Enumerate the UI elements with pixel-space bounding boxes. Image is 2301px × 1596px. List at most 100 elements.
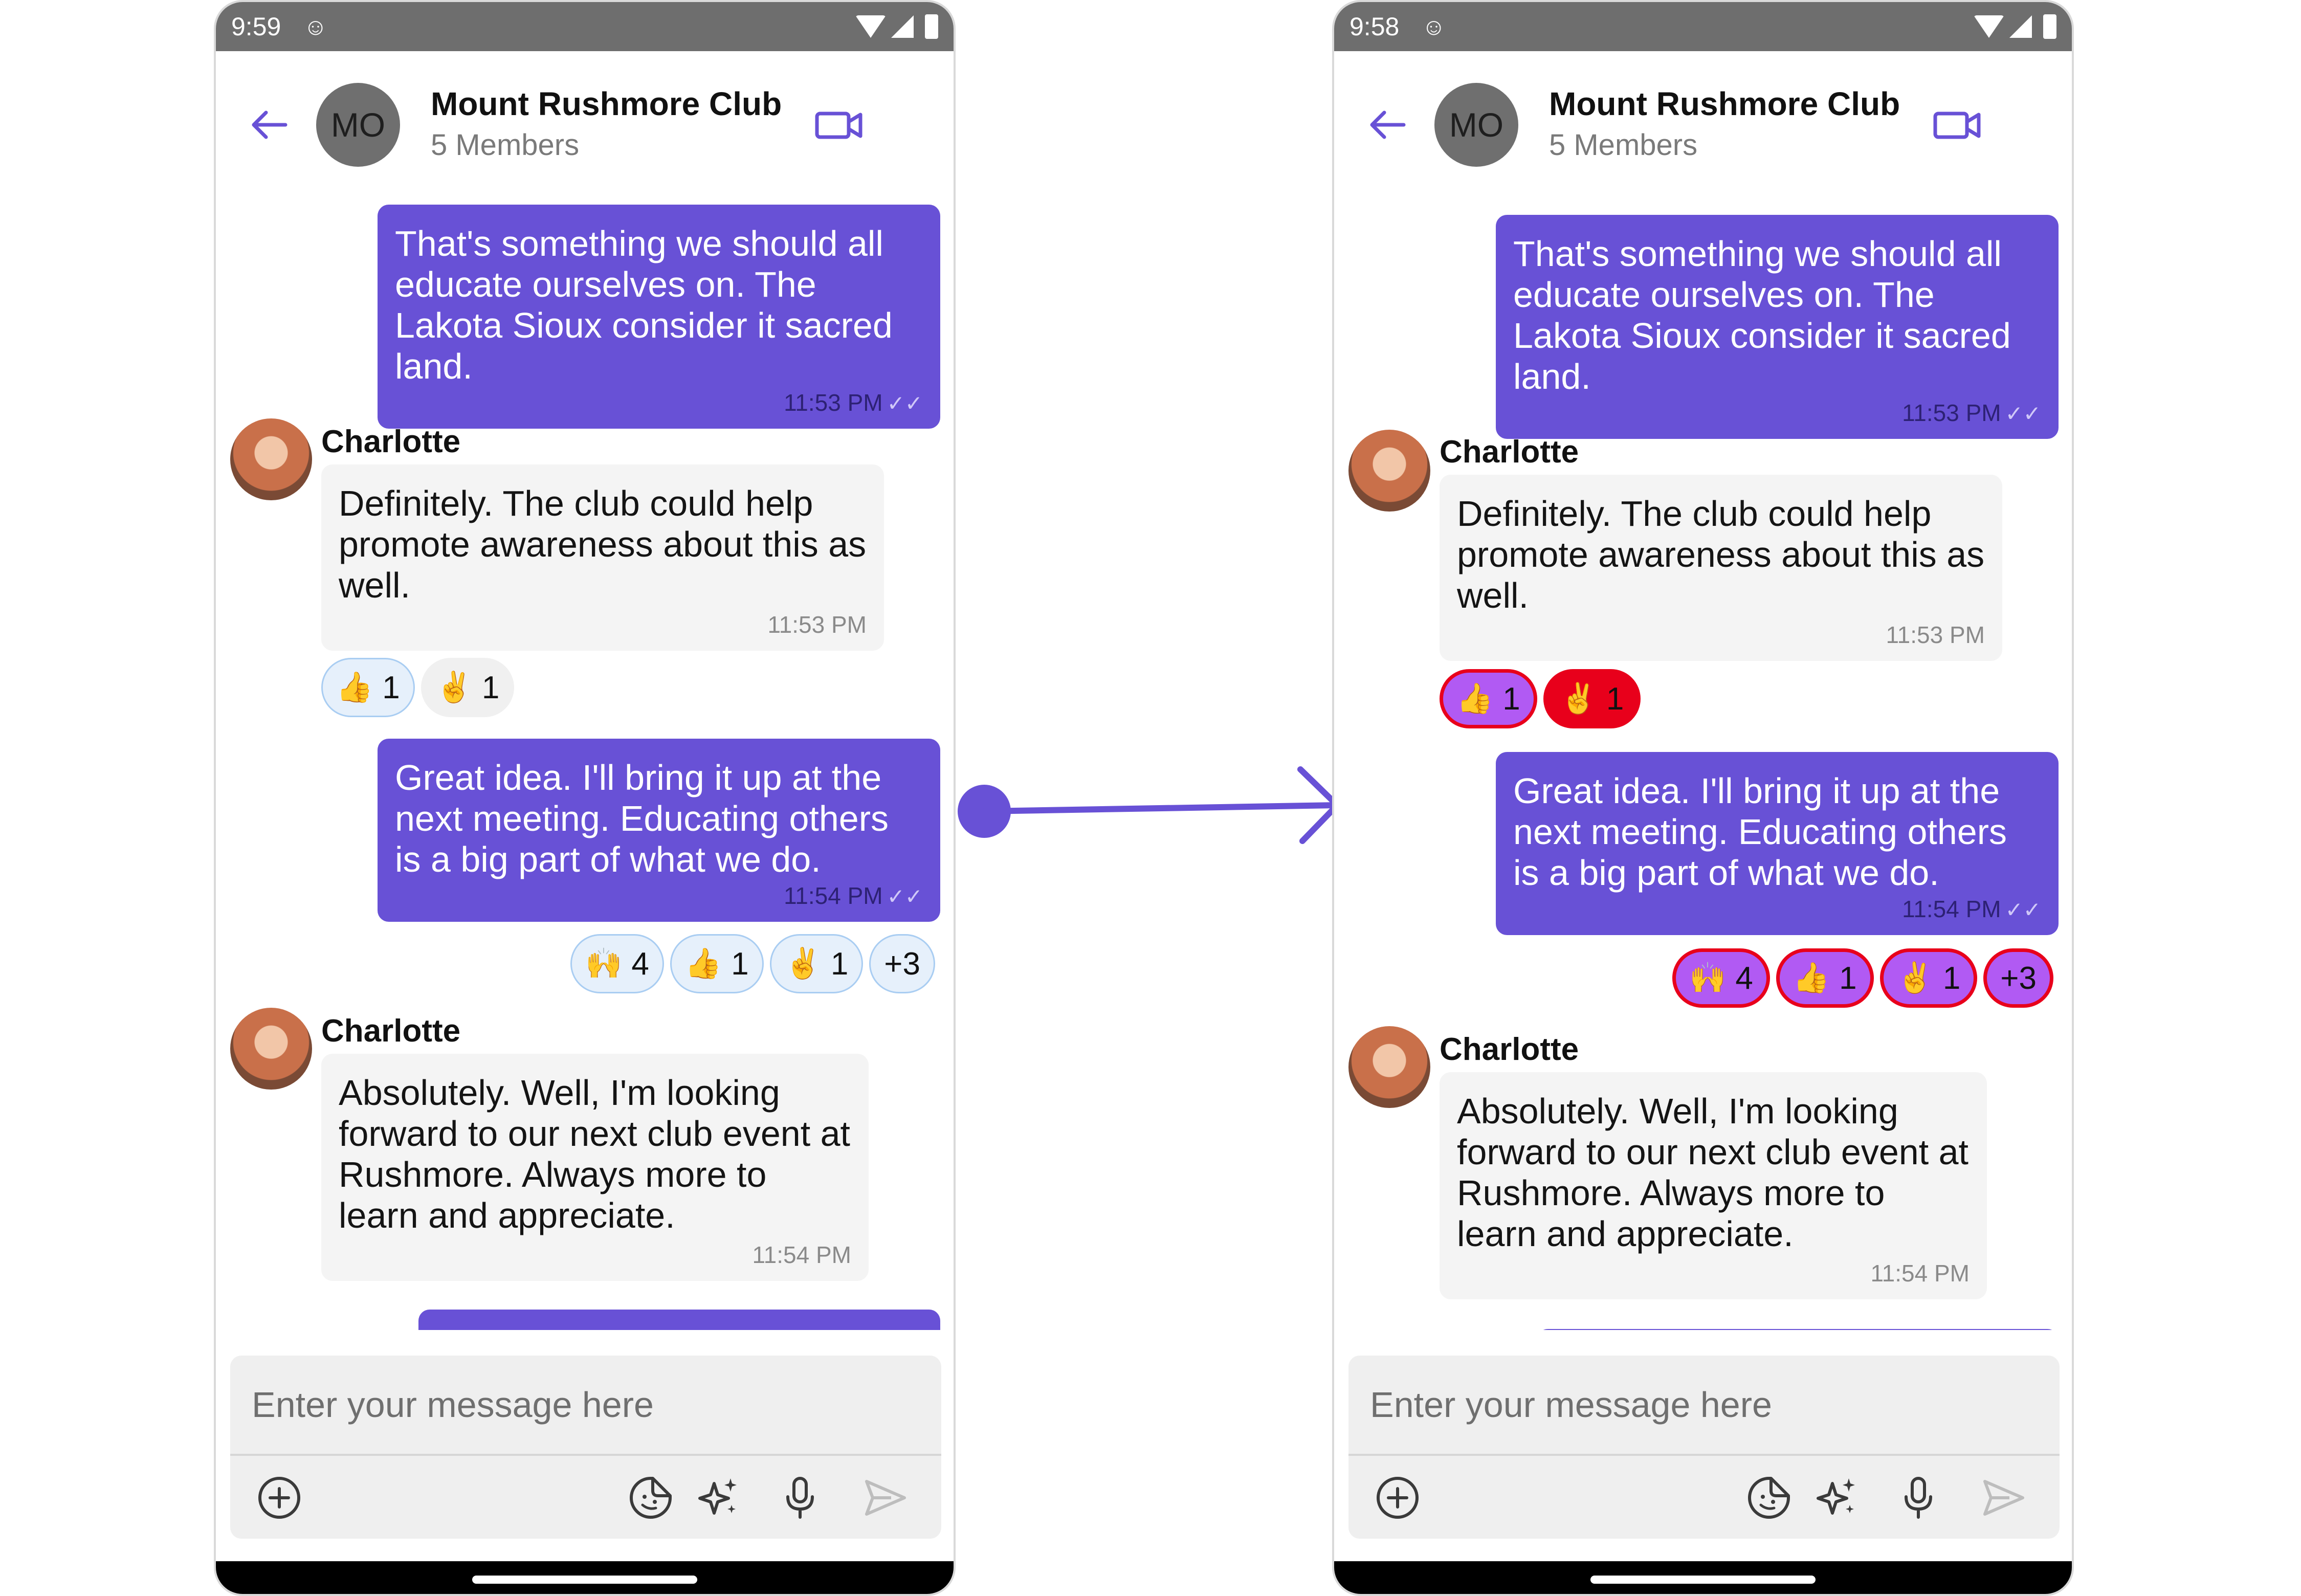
home-indicator[interactable] [472, 1576, 697, 1584]
status-bar: 9:58 ☺ [1334, 2, 2072, 51]
thumbs-up-emoji: 👍 [684, 947, 722, 980]
message-list[interactable]: That's something we should all educate o… [1334, 171, 2072, 1330]
message-list[interactable]: That's something we should all educate o… [216, 171, 954, 1330]
message-timestamp: 11:53 PM [1886, 622, 1985, 648]
status-indicators [855, 14, 938, 39]
double-check-icon: ✓✓ [887, 884, 923, 908]
send-icon[interactable] [1979, 1473, 2028, 1522]
message-input[interactable]: Enter your message here [1348, 1356, 2060, 1456]
avatar[interactable] [1348, 430, 1430, 512]
microphone-icon[interactable] [1894, 1473, 1943, 1522]
group-avatar[interactable]: MO [1434, 83, 1518, 167]
navigation-bar [1334, 1561, 2072, 1594]
reaction-chip[interactable]: ✌️ 1 [1879, 948, 1978, 1008]
chat-header: MO Mount Rushmore Club 5 Members [1334, 79, 2072, 171]
arrow-left-icon[interactable] [249, 109, 290, 140]
victory-hand-emoji: ✌️ [1896, 961, 1934, 994]
transition-arrow-icon [958, 766, 1340, 844]
message-input[interactable]: Enter your message here [230, 1356, 941, 1456]
reaction-count: 1 [382, 670, 400, 705]
phone-screen-custom-reactions: 9:58 ☺ MO Mount Rushmore Club 5 Members … [1332, 0, 2074, 1596]
sender-name: Charlotte [321, 424, 461, 459]
outgoing-message-partial[interactable] [418, 1310, 940, 1330]
sparkles-icon[interactable] [1812, 1473, 1861, 1522]
outgoing-message[interactable]: Great idea. I'll bring it up at the next… [378, 739, 940, 922]
reaction-chip[interactable]: 🙌 4 [570, 934, 664, 993]
message-time: 11:53 PM ✓✓ [1513, 399, 2041, 427]
thumbs-up-emoji: 👍 [1793, 961, 1830, 994]
avatar[interactable] [230, 1008, 312, 1090]
reaction-count: 1 [731, 946, 749, 982]
avatar[interactable] [1348, 1026, 1430, 1108]
double-check-icon: ✓✓ [2005, 898, 2041, 922]
incoming-message[interactable]: Absolutely. Well, I'm looking forward to… [321, 1054, 869, 1281]
reaction-chip[interactable]: 👍 1 [1776, 948, 1874, 1008]
reaction-chip[interactable]: ✌️ 1 [421, 658, 515, 717]
group-members-count: 5 Members [431, 128, 580, 162]
more-reactions-chip[interactable]: +3 [1983, 948, 2053, 1008]
message-reactions: 👍 1 ✌️ 1 [1440, 669, 1641, 728]
message-timestamp: 11:54 PM [784, 882, 883, 909]
reaction-chip[interactable]: 🙌 4 [1672, 948, 1770, 1008]
reaction-chip[interactable]: ✌️ 1 [769, 934, 864, 993]
message-timestamp: 11:53 PM [767, 611, 867, 638]
message-text: That's something we should all educate o… [1513, 234, 2011, 396]
reaction-count: 1 [830, 946, 849, 982]
message-timestamp: 11:54 PM [1870, 1260, 1970, 1287]
more-reactions-chip[interactable]: +3 [869, 934, 935, 993]
sparkles-icon[interactable] [694, 1473, 743, 1522]
more-reactions-count: +3 [2000, 960, 2037, 996]
group-name: Mount Rushmore Club [1549, 85, 1900, 122]
composer-actions [1348, 1456, 2060, 1539]
message-reactions: 🙌 4 👍 1 ✌️ 1 +3 [570, 934, 935, 993]
message-time: 11:53 PM ✓✓ [395, 389, 923, 416]
message-reactions: 👍 1 ✌️ 1 [321, 658, 515, 717]
video-camera-icon[interactable] [814, 108, 864, 142]
send-icon[interactable] [860, 1473, 910, 1522]
chat-header: MO Mount Rushmore Club 5 Members [216, 79, 954, 171]
sticker-icon[interactable] [626, 1473, 675, 1522]
sender-name: Charlotte [321, 1013, 461, 1049]
message-composer: Enter your message here [1348, 1356, 2060, 1539]
reaction-count: 1 [1606, 681, 1624, 717]
outgoing-message-partial[interactable] [1537, 1329, 2059, 1330]
message-text: Definitely. The club could help promote … [1457, 494, 1985, 615]
plus-circle-icon[interactable] [255, 1473, 304, 1522]
reaction-chip[interactable]: ✌️ 1 [1543, 669, 1641, 728]
status-time: 9:59 [231, 12, 281, 41]
arrow-left-icon[interactable] [1367, 109, 1408, 140]
status-indicators [1974, 14, 2056, 39]
reaction-count: 1 [1502, 681, 1520, 717]
message-timestamp: 11:53 PM [784, 389, 883, 416]
message-time: 11:54 PM ✓✓ [395, 882, 923, 910]
outgoing-message[interactable]: That's something we should all educate o… [1496, 215, 2059, 439]
battery-icon [925, 14, 938, 39]
message-text: Absolutely. Well, I'm looking forward to… [1457, 1091, 1968, 1254]
avatar[interactable] [230, 418, 312, 500]
message-text: Great idea. I'll bring it up at the next… [395, 758, 889, 879]
reaction-chip[interactable]: 👍 1 [670, 934, 764, 993]
plus-circle-icon[interactable] [1373, 1473, 1422, 1522]
incoming-message[interactable]: Definitely. The club could help promote … [321, 464, 884, 651]
microphone-icon[interactable] [776, 1473, 825, 1522]
reaction-count: 4 [1735, 960, 1753, 996]
more-reactions-count: +3 [884, 946, 920, 982]
victory-hand-emoji: ✌️ [1560, 682, 1597, 715]
outgoing-message[interactable]: That's something we should all educate o… [378, 205, 940, 429]
thumbs-up-emoji: 👍 [336, 671, 373, 704]
reaction-chip[interactable]: 👍 1 [321, 658, 415, 717]
message-text: Definitely. The club could help promote … [339, 483, 867, 605]
group-avatar[interactable]: MO [316, 83, 400, 167]
outgoing-message[interactable]: Great idea. I'll bring it up at the next… [1496, 752, 2059, 935]
reaction-chip[interactable]: 👍 1 [1440, 669, 1537, 728]
video-camera-icon[interactable] [1933, 108, 1982, 142]
incoming-message[interactable]: Absolutely. Well, I'm looking forward to… [1440, 1072, 1987, 1299]
incoming-message[interactable]: Definitely. The club could help promote … [1440, 475, 2002, 661]
home-indicator[interactable] [1590, 1576, 1816, 1584]
notification-app-icon: ☺ [1422, 13, 1446, 40]
victory-hand-emoji: ✌️ [435, 671, 473, 704]
thumbs-up-emoji: 👍 [1456, 682, 1494, 715]
message-text: Absolutely. Well, I'm looking forward to… [339, 1073, 850, 1235]
sticker-icon[interactable] [1744, 1473, 1794, 1522]
wifi-icon [855, 15, 886, 38]
